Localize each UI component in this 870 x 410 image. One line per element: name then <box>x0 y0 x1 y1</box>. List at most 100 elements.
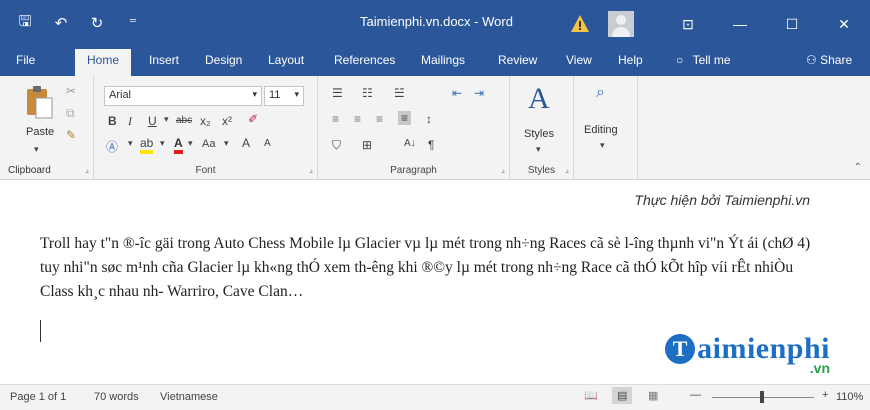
zoom-in-button[interactable]: + <box>822 389 828 401</box>
tab-layout[interactable]: Layout <box>268 53 304 67</box>
maximize-button[interactable]: ☐ <box>766 0 818 48</box>
customize-qat-icon[interactable]: ⁼ <box>122 12 144 34</box>
strikethrough-button[interactable]: abc <box>176 115 192 126</box>
tab-references[interactable]: References <box>334 53 395 67</box>
status-bar: Page 1 of 1 70 words Vietnamese 📖 ▤ ▦ — … <box>0 384 870 410</box>
ribbon-tabs: File Home Insert Design Layout Reference… <box>0 48 870 76</box>
paste-label[interactable]: Paste <box>26 126 54 138</box>
numbering-icon[interactable]: ☷ <box>362 86 373 100</box>
highlight-dropdown-icon[interactable]: ▾ <box>160 138 165 149</box>
underline-button[interactable]: U <box>148 114 157 128</box>
align-right-icon[interactable]: ≡ <box>376 112 383 126</box>
tab-file[interactable]: File <box>16 53 35 67</box>
styles-button[interactable]: Styles <box>524 128 554 140</box>
styles-dropdown-icon[interactable]: ▾ <box>536 144 541 155</box>
paste-icon[interactable] <box>24 84 54 120</box>
subscript-button[interactable]: x₂ <box>200 114 211 128</box>
tab-home[interactable]: Home <box>75 49 132 76</box>
text-effects-dropdown-icon[interactable]: ▾ <box>128 138 133 149</box>
close-button[interactable]: ✕ <box>818 0 870 48</box>
minimize-button[interactable]: — <box>714 0 766 48</box>
title-bar: 🖫 ↶ ↻ ⁼ Taimienphi.vn.docx - Word ⊡ — ☐ … <box>0 0 870 48</box>
font-color-dropdown-icon[interactable]: ▾ <box>188 138 193 149</box>
font-size-combobox[interactable]: 11 ▾ <box>264 86 304 106</box>
account-avatar[interactable] <box>608 11 634 37</box>
search-icon[interactable]: ⌕ <box>596 84 605 102</box>
font-color-button[interactable]: A <box>174 136 183 154</box>
cut-icon[interactable]: ✂ <box>66 84 76 98</box>
tell-me-search[interactable]: ○ Tell me <box>676 53 731 67</box>
styles-icon[interactable]: A <box>528 82 550 116</box>
multilevel-list-icon[interactable]: ☱ <box>394 86 405 100</box>
undo-icon[interactable]: ↶ <box>50 12 72 34</box>
change-case-dropdown-icon[interactable]: ▾ <box>224 138 229 149</box>
highlight-icon[interactable]: ab <box>140 136 154 154</box>
clipboard-group-label: Clipboard <box>8 165 51 176</box>
zoom-level[interactable]: 110% <box>836 391 863 403</box>
increase-indent-icon[interactable]: ⇥ <box>474 86 484 100</box>
watermark-initial: T <box>665 334 696 364</box>
tab-design[interactable]: Design <box>205 53 242 67</box>
paragraph-launcher-icon[interactable]: ⌟ <box>501 164 505 175</box>
editing-dropdown-icon[interactable]: ▾ <box>600 140 605 151</box>
editing-group: ⌕ Editing ▾ <box>574 76 638 180</box>
collapse-ribbon-icon[interactable]: ⌃ <box>854 162 862 173</box>
font-name-combobox[interactable]: Arial ▾ <box>104 86 262 106</box>
shrink-font-button[interactable]: A <box>264 138 271 149</box>
bullets-icon[interactable]: ☰ <box>332 86 343 100</box>
clear-formatting-icon[interactable]: ✐ <box>248 112 258 126</box>
page-count[interactable]: Page 1 of 1 <box>10 391 66 403</box>
underline-dropdown-icon[interactable]: ▾ <box>164 114 169 125</box>
font-size-value: 11 <box>269 89 281 101</box>
paste-dropdown-icon[interactable]: ▾ <box>34 144 39 155</box>
bold-button[interactable]: B <box>108 114 117 128</box>
document-page[interactable]: Thực hiện bởi Taimienphi.vn Troll hay t"… <box>0 180 870 384</box>
language-indicator[interactable]: Vietnamese <box>160 391 218 403</box>
tab-help[interactable]: Help <box>618 53 643 67</box>
sort-button[interactable]: A↓ <box>404 138 416 149</box>
change-case-button[interactable]: Aa <box>202 138 215 150</box>
align-center-icon[interactable]: ≡ <box>354 112 361 126</box>
show-formatting-button[interactable]: ¶ <box>428 138 434 152</box>
line-spacing-icon[interactable]: ↕ <box>426 112 432 126</box>
styles-launcher-icon[interactable]: ⌟ <box>565 164 569 175</box>
grow-font-button[interactable]: A <box>242 136 250 150</box>
word-count[interactable]: 70 words <box>94 391 139 403</box>
warning-icon[interactable] <box>570 14 590 34</box>
web-layout-icon[interactable]: ▦ <box>648 389 658 402</box>
read-mode-icon[interactable]: 📖 <box>584 389 598 402</box>
redo-icon[interactable]: ↻ <box>86 12 108 34</box>
ribbon: Paste ▾ ✂ ⧉ ✎ Clipboard ⌟ Arial ▾ 11 ▾ B… <box>0 76 870 180</box>
document-paragraph[interactable]: Troll hay t"n ®-îc gäi trong Auto Chess … <box>40 232 830 304</box>
paragraph-group-label: Paragraph <box>390 165 437 176</box>
align-left-icon[interactable]: ≡ <box>332 112 339 126</box>
tab-insert[interactable]: Insert <box>149 53 179 67</box>
share-label: Share <box>820 53 853 67</box>
zoom-out-button[interactable]: — <box>690 389 701 401</box>
share-button[interactable]: ⚇ Share <box>806 53 852 67</box>
print-layout-icon[interactable]: ▤ <box>612 387 633 404</box>
styles-group: A Styles ▾ Styles ⌟ <box>510 76 574 180</box>
ribbon-display-options-button[interactable]: ⊡ <box>662 0 714 48</box>
shading-icon[interactable]: ⛉ <box>332 138 341 153</box>
styles-group-label: Styles <box>527 165 556 176</box>
font-launcher-icon[interactable]: ⌟ <box>309 164 313 175</box>
superscript-button[interactable]: x² <box>222 114 232 128</box>
watermark-suffix: .vn <box>809 360 830 376</box>
italic-button[interactable]: I <box>128 114 132 129</box>
tab-view[interactable]: View <box>566 53 592 67</box>
justify-icon[interactable]: ≡ <box>398 111 412 125</box>
decrease-indent-icon[interactable]: ⇤ <box>452 86 462 100</box>
font-size-dropdown-icon: ▾ <box>294 89 299 99</box>
copy-icon[interactable]: ⧉ <box>66 106 75 121</box>
editing-button[interactable]: Editing <box>584 124 618 136</box>
format-painter-icon[interactable]: ✎ <box>66 128 76 142</box>
window-title: Taimienphi.vn.docx - Word <box>360 14 513 29</box>
text-effects-icon[interactable]: Ⓐ <box>106 138 118 155</box>
borders-icon[interactable]: ⊞ <box>362 138 372 152</box>
zoom-slider-thumb[interactable] <box>760 391 764 403</box>
clipboard-launcher-icon[interactable]: ⌟ <box>85 164 89 175</box>
tab-mailings[interactable]: Mailings <box>421 53 465 67</box>
tab-review[interactable]: Review <box>498 53 537 67</box>
save-icon[interactable]: 🖫 <box>14 12 36 34</box>
